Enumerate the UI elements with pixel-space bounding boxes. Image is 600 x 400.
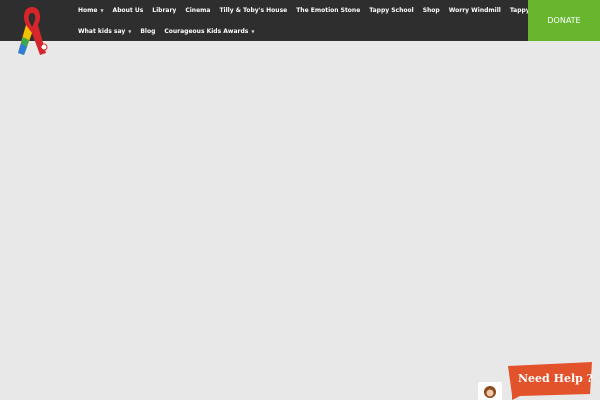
nav-item-shop[interactable]: Shop [423,7,440,14]
nav-item-what-kids-say[interactable]: What kids say ▼ [78,28,131,35]
nav-item-tilly-tobys-house[interactable]: Tilly & Toby's House [219,7,287,14]
donate-button[interactable]: DONATE [528,0,600,41]
nav-item-label: Worry Windmill [448,7,501,14]
nav-item-about-us[interactable]: About Us [113,7,144,14]
chevron-down-icon: ▼ [128,29,132,34]
nav-item-label: About Us [112,7,144,14]
nav-item-label: What kids say [78,28,126,35]
nav-item-label: Tappy School [369,7,414,14]
awareness-ribbon-logo[interactable] [12,3,52,61]
girl-avatar-icon[interactable] [478,382,502,400]
nav-item-emotion-stone[interactable]: The Emotion Stone [296,7,360,14]
nav-item-label: Library [152,7,177,14]
nav-item-label: Courageous Kids Awards [164,28,249,35]
nav-item-courageous-kids-awards[interactable]: Courageous Kids Awards ▼ [164,28,254,35]
nav-item-label: Blog [140,28,156,35]
nav-item-label: Home [78,7,98,14]
top-navigation-bar: Home ▼ About Us Library Cinema Tilly & To… [0,0,600,41]
nav-row-secondary: What kids say ▼ Blog Courageous Kids Awar… [78,26,263,37]
chevron-down-icon: ▼ [100,8,104,13]
nav-item-library[interactable]: Library [152,7,176,14]
nav-item-label: Shop [422,7,440,14]
nav-item-worry-windmill[interactable]: Worry Windmill [449,7,501,14]
nav-item-blog[interactable]: Blog [140,28,155,35]
chevron-down-icon: ▼ [251,29,255,34]
nav-item-tappy-school[interactable]: Tappy School [369,7,413,14]
nav-item-home[interactable]: Home ▼ [78,7,104,14]
nav-item-label: Tilly & Toby's House [219,7,288,14]
need-help-label[interactable]: Need Help ? [518,372,593,385]
nav-item-label: Cinema [185,7,211,14]
nav-item-cinema[interactable]: Cinema [185,7,210,14]
nav-row-primary: Home ▼ About Us Library Cinema Tilly & To… [78,5,553,16]
nav-item-label: The Emotion Stone [296,7,361,14]
